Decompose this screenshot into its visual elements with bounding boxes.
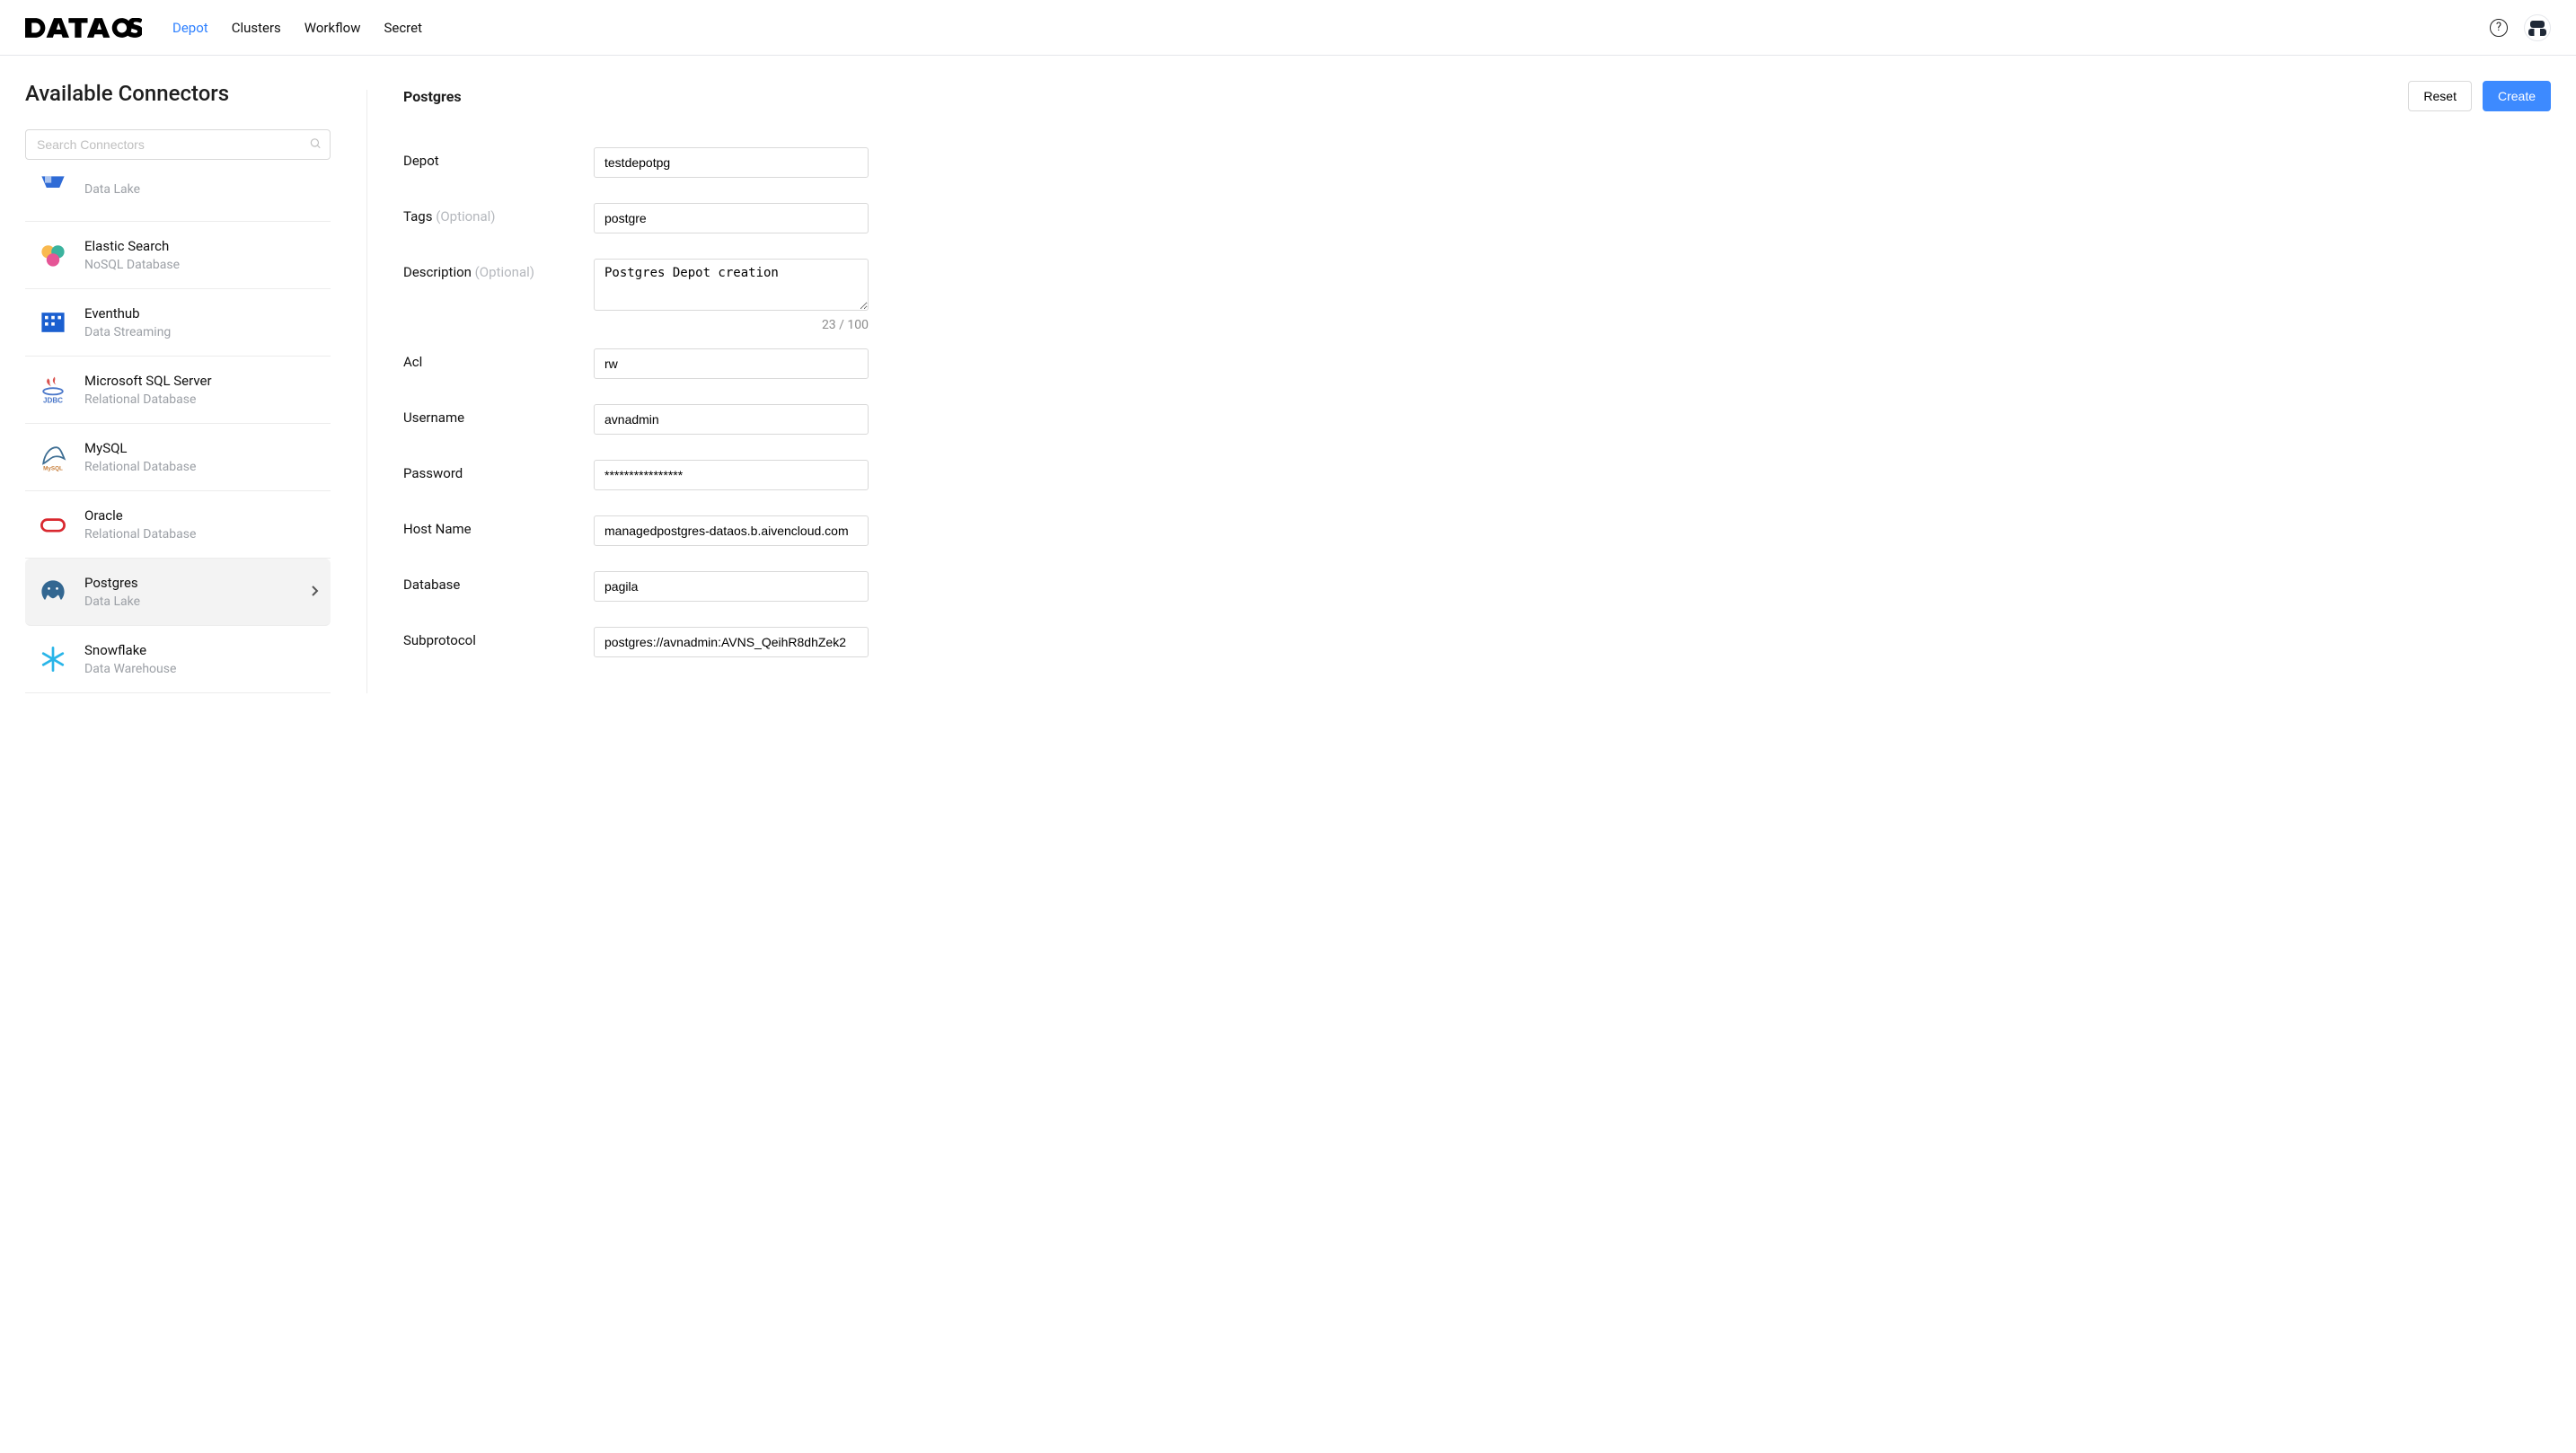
brand-logo <box>25 18 142 38</box>
search-input[interactable] <box>25 129 331 160</box>
gcs-icon <box>36 171 70 205</box>
connector-name: MySQL <box>84 440 320 456</box>
topbar: Depot Clusters Workflow Secret ? <box>0 0 2576 56</box>
reset-button[interactable]: Reset <box>2408 81 2472 111</box>
svg-text:JDBC: JDBC <box>43 396 63 404</box>
list-item[interactable]: JDBC Microsoft SQL Server Relational Dat… <box>25 357 331 424</box>
snowflake-icon <box>36 642 70 676</box>
eventhub-icon <box>36 305 70 339</box>
divider <box>366 90 367 693</box>
main: Available Connectors Data Lake <box>0 56 2576 718</box>
nav-workflow[interactable]: Workflow <box>304 20 361 36</box>
list-item[interactable]: Data Lake <box>25 171 331 222</box>
form-header: Postgres Reset Create <box>403 81 2551 111</box>
jdbc-icon: JDBC <box>36 373 70 407</box>
postgres-icon <box>36 575 70 609</box>
list-item[interactable]: Elastic Search NoSQL Database <box>25 222 331 289</box>
tags-label: Tags (Optional) <box>403 203 594 225</box>
nav-depot[interactable]: Depot <box>172 20 208 36</box>
chevron-right-icon <box>311 584 320 601</box>
main-nav: Depot Clusters Workflow Secret <box>172 20 422 36</box>
description-label: Description (Optional) <box>403 259 594 280</box>
sidebar-title: Available Connectors <box>25 81 331 106</box>
username-label: Username <box>403 404 594 426</box>
description-input[interactable] <box>594 259 869 311</box>
list-item[interactable]: MySQL MySQL Relational Database <box>25 424 331 491</box>
create-button[interactable]: Create <box>2483 81 2551 111</box>
connector-name: Postgres <box>84 575 296 591</box>
svg-text:MySQL: MySQL <box>43 465 63 471</box>
acl-label: Acl <box>403 348 594 370</box>
search-wrap <box>25 129 331 160</box>
depot-input[interactable] <box>594 147 869 178</box>
connector-name: Snowflake <box>84 642 320 658</box>
connector-sub: Relational Database <box>84 460 320 474</box>
connector-sub: Data Lake <box>84 594 296 609</box>
connector-sub: Data Warehouse <box>84 662 320 676</box>
hostname-input[interactable] <box>594 515 869 546</box>
subprotocol-label: Subprotocol <box>403 627 594 648</box>
form-area: Postgres Reset Create Depot Tags (Option… <box>403 81 2551 693</box>
connector-name: Eventhub <box>84 305 320 321</box>
list-item[interactable]: Eventhub Data Streaming <box>25 289 331 357</box>
password-label: Password <box>403 460 594 481</box>
elastic-icon <box>36 238 70 272</box>
logo-svg <box>25 18 142 38</box>
connector-name: Microsoft SQL Server <box>84 373 320 389</box>
database-label: Database <box>403 571 594 593</box>
password-input[interactable] <box>594 460 869 490</box>
connector-sub: Relational Database <box>84 527 320 542</box>
user-avatar[interactable] <box>2524 14 2551 41</box>
connector-list[interactable]: Data Lake Elastic Search NoSQL Database <box>25 171 331 693</box>
topbar-right: ? <box>2490 14 2551 41</box>
connector-sub: Data Streaming <box>84 325 320 339</box>
tags-input[interactable] <box>594 203 869 233</box>
acl-input[interactable] <box>594 348 869 379</box>
connector-name: Oracle <box>84 507 320 524</box>
connector-name: Elastic Search <box>84 238 320 254</box>
hostname-label: Host Name <box>403 515 594 537</box>
subprotocol-input[interactable] <box>594 627 869 657</box>
connector-sub: NoSQL Database <box>84 258 320 272</box>
form-title: Postgres <box>403 88 462 105</box>
database-input[interactable] <box>594 571 869 602</box>
list-item-selected[interactable]: Postgres Data Lake <box>25 559 331 626</box>
list-item[interactable]: Snowflake Data Warehouse <box>25 626 331 693</box>
help-icon[interactable]: ? <box>2490 19 2508 37</box>
connector-sub: Relational Database <box>84 392 320 407</box>
description-counter: 23 / 100 <box>594 318 869 332</box>
depot-label: Depot <box>403 147 594 169</box>
connector-sub: Data Lake <box>84 182 320 197</box>
nav-clusters[interactable]: Clusters <box>232 20 281 36</box>
mysql-icon: MySQL <box>36 440 70 474</box>
nav-secret[interactable]: Secret <box>384 20 422 36</box>
sidebar: Available Connectors Data Lake <box>25 81 331 693</box>
oracle-icon <box>36 507 70 542</box>
list-item[interactable]: Oracle Relational Database <box>25 491 331 559</box>
search-icon <box>309 136 322 154</box>
username-input[interactable] <box>594 404 869 435</box>
